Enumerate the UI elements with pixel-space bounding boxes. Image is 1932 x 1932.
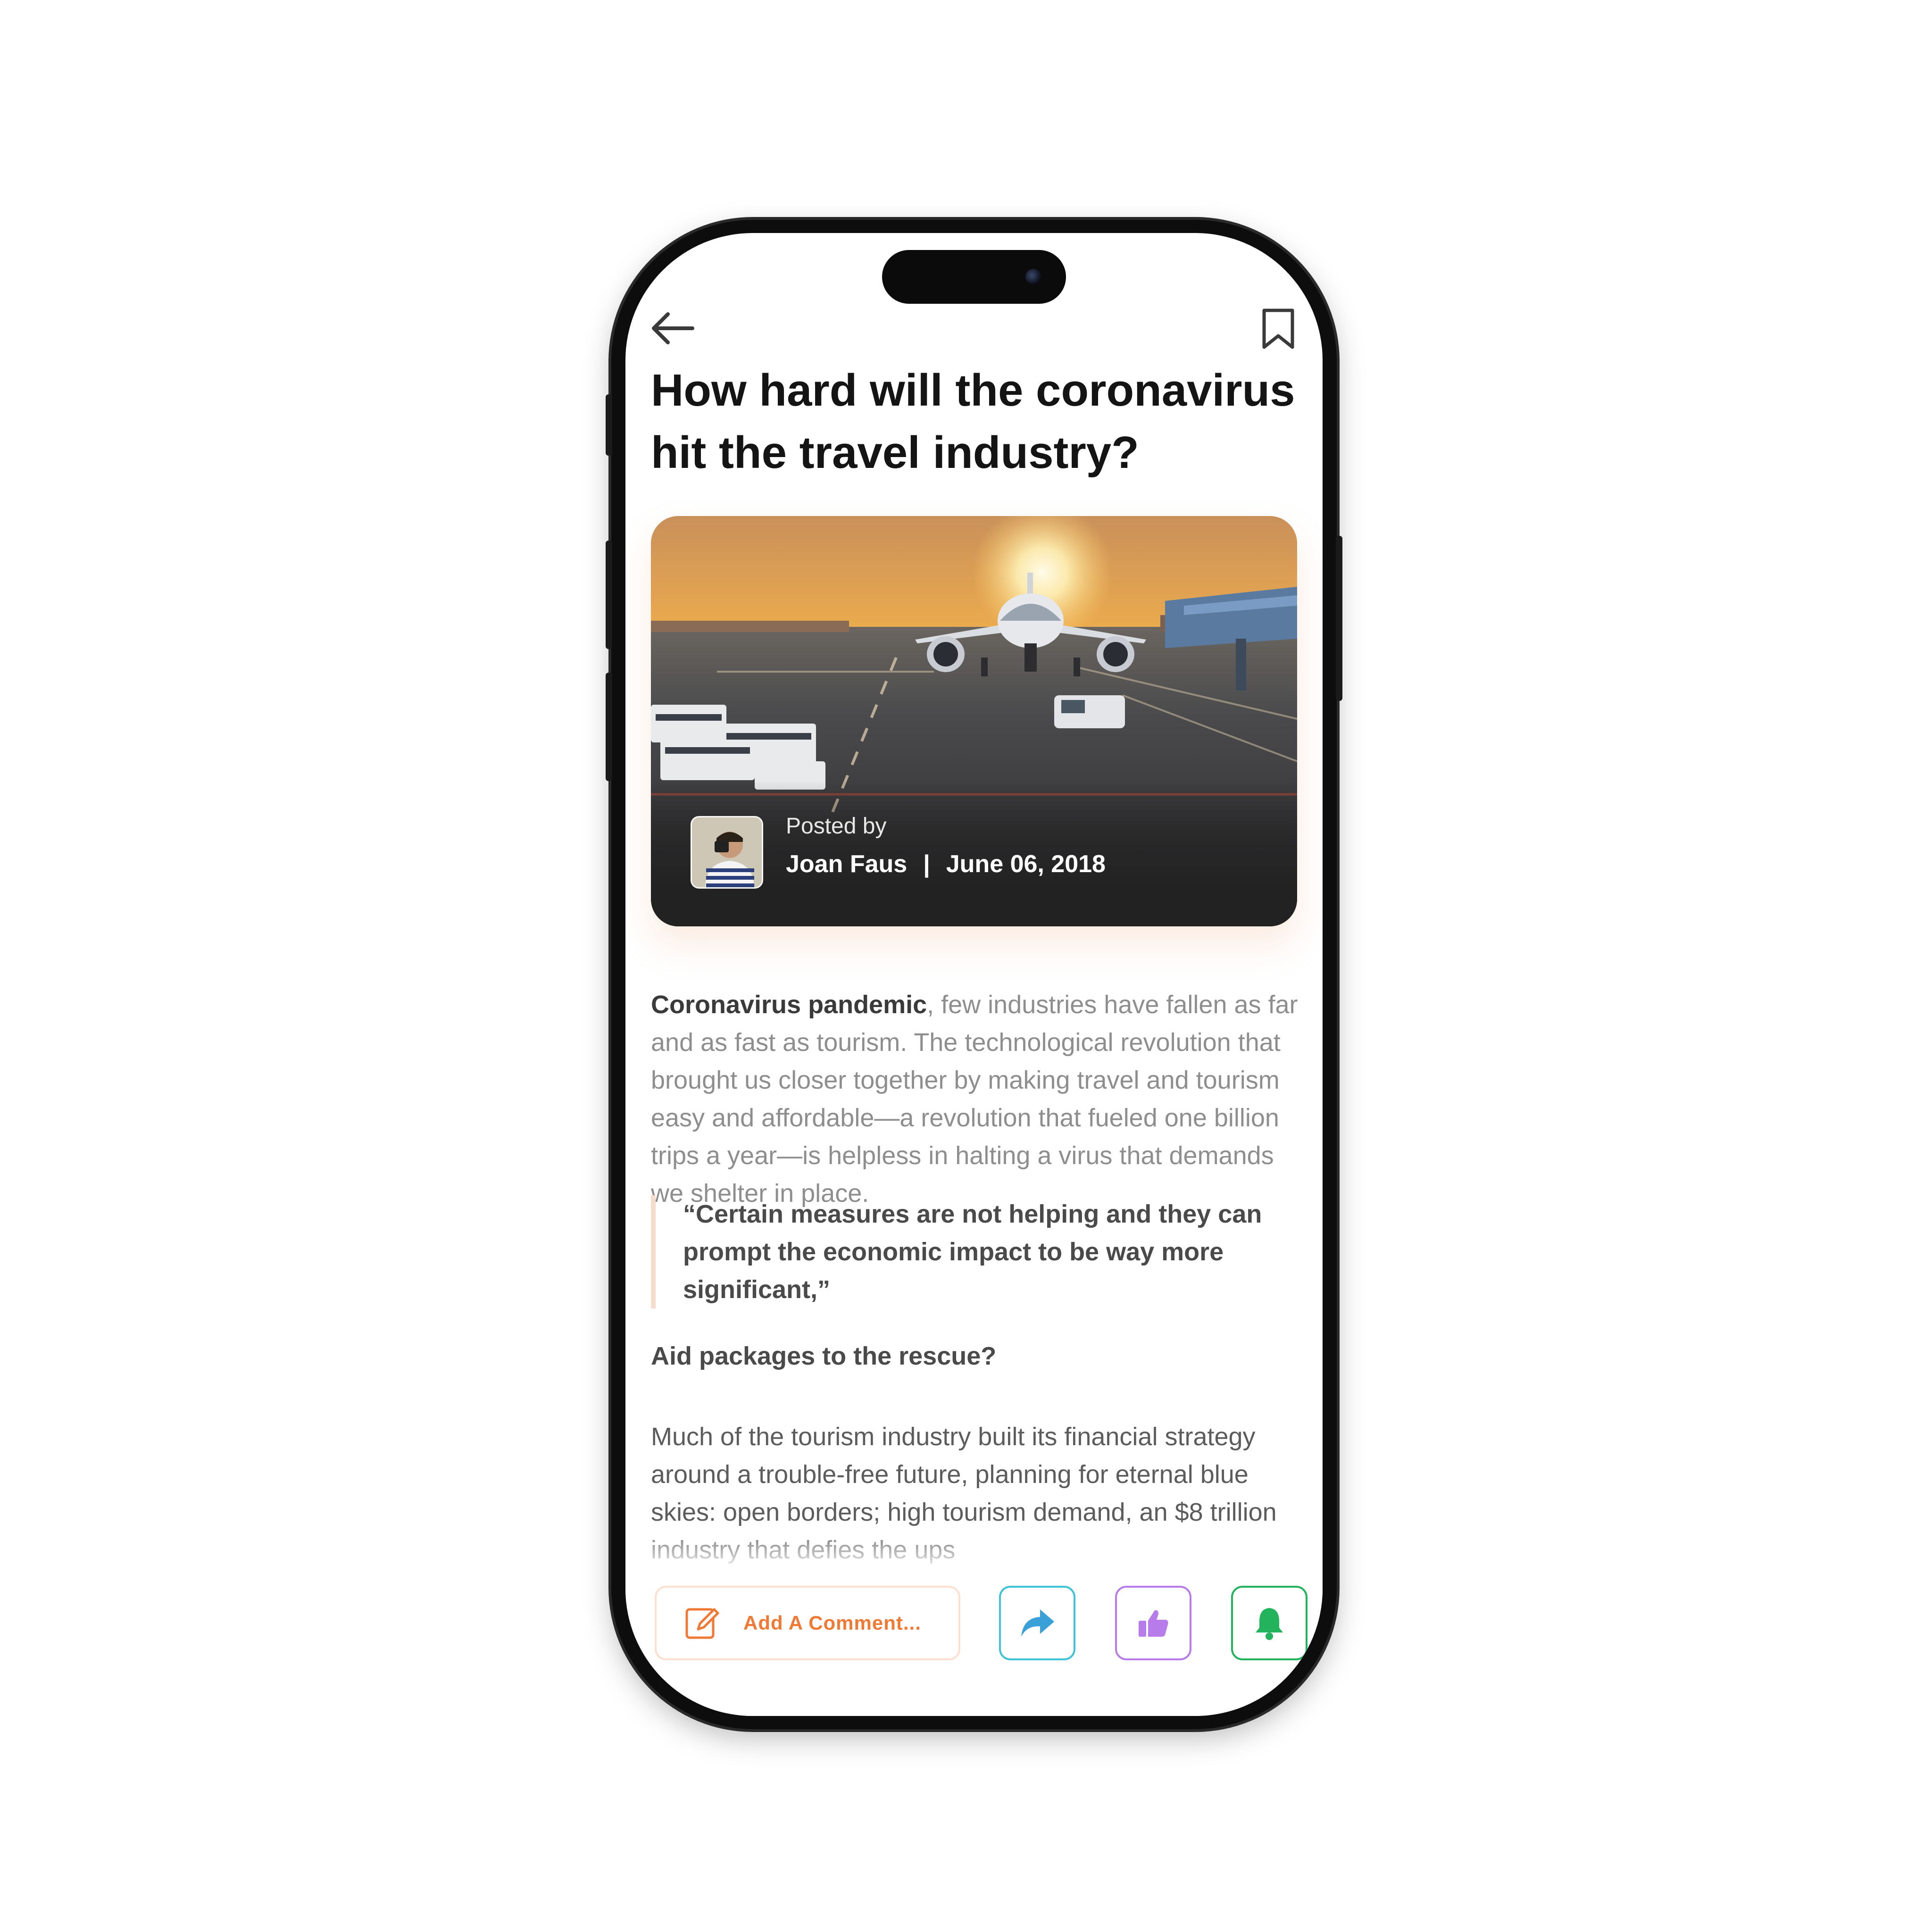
bookmark-icon[interactable] [1260,308,1296,352]
add-comment-button[interactable]: Add A Comment... [655,1586,960,1660]
side-button-volume-down [606,673,612,781]
post-date: June 06, 2018 [946,850,1106,878]
article-title: How hard will the coronavirus hit the tr… [651,365,1295,478]
side-button-volume-up [606,541,612,649]
meta-separator: | [923,850,930,878]
edit-icon [684,1605,721,1641]
share-arrow-icon [1021,1609,1054,1637]
like-button[interactable] [1115,1586,1191,1660]
share-button[interactable] [999,1586,1075,1660]
content-fade [625,1525,1323,1573]
intro-text: , few industries have fallen as far and … [651,991,1298,1208]
add-comment-label: Add A Comment... [743,1612,921,1634]
bell-icon [1256,1608,1283,1640]
author-avatar[interactable] [691,816,763,889]
phone-screen: How hard will the coronavirus hit the tr… [625,233,1323,1716]
author-name[interactable]: Joan Faus [786,850,907,878]
pull-quote: “Certain measures are not helping and th… [651,1195,1323,1308]
camera-icon [1025,269,1041,285]
side-button-action [606,394,612,456]
thumbs-up-icon [1139,1610,1168,1637]
author-meta: Joan Faus | June 06, 2018 [786,850,1106,878]
phone-frame: How hard will the coronavirus hit the tr… [606,220,1342,1729]
section-heading: Aid packages to the rescue? [651,1342,997,1370]
hero-image-card[interactable]: Posted by Joan Faus | June 06, 2018 [651,516,1297,926]
posted-by-label: Posted by [786,814,887,839]
article-intro: Coronavirus pandemic, few industries hav… [651,986,1307,1212]
dynamic-island [882,250,1066,304]
intro-bold: Coronavirus pandemic [651,991,927,1019]
back-arrow-icon[interactable] [649,309,696,350]
notify-button[interactable] [1231,1586,1307,1660]
side-button-power [1336,536,1342,701]
